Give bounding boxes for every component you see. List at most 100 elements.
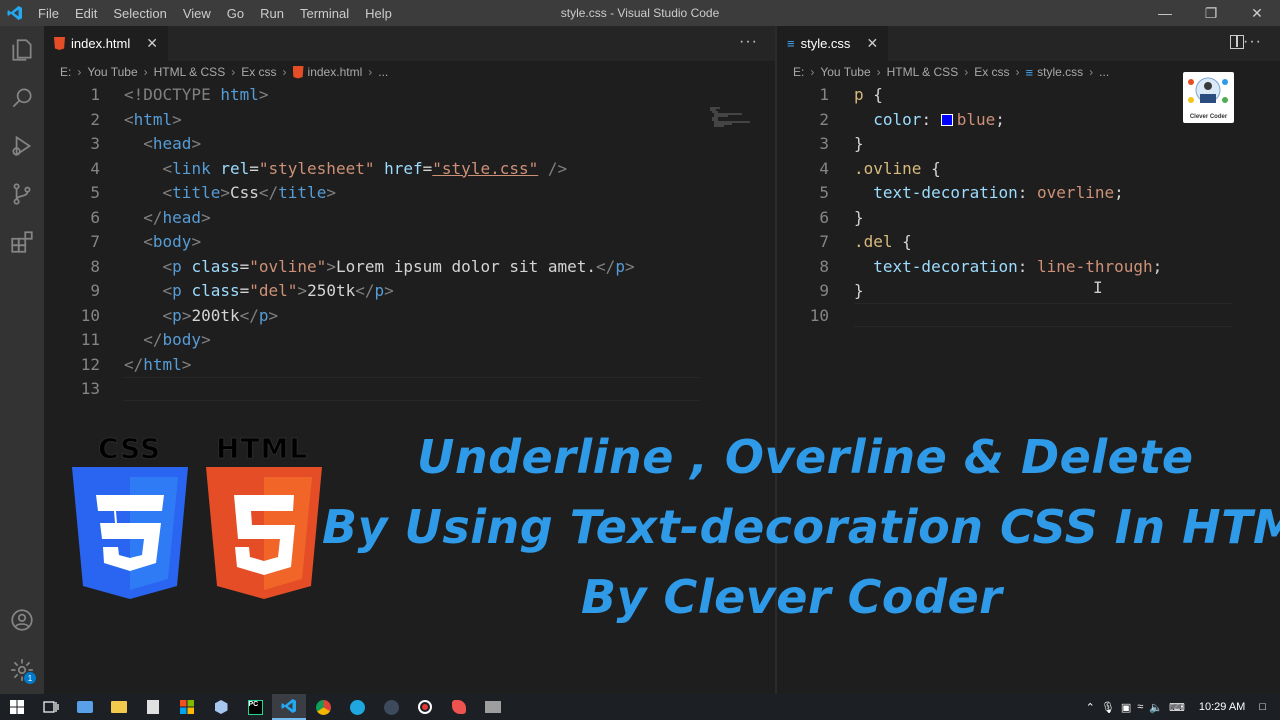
code-token: < xyxy=(143,232,153,251)
manage-gear-icon[interactable]: 1 xyxy=(0,648,44,692)
breadcrumb-item[interactable]: Ex css xyxy=(974,65,1009,79)
record-icon[interactable] xyxy=(408,694,442,720)
line-number: 3 xyxy=(819,134,829,153)
task-view-icon[interactable] xyxy=(34,694,68,720)
code-token: </ xyxy=(143,330,163,349)
split-editor-icon[interactable] xyxy=(1230,35,1244,49)
accounts-icon[interactable] xyxy=(0,598,44,642)
vscode-taskbar-icon[interactable] xyxy=(272,694,306,720)
breadcrumb-item[interactable]: style.css xyxy=(1037,65,1083,79)
pycharm-icon[interactable]: PC xyxy=(238,694,272,720)
code-token: text-decoration xyxy=(873,183,1018,202)
windows-start-icon[interactable] xyxy=(0,694,34,720)
line-number: 10 xyxy=(809,305,829,325)
code-token: < xyxy=(143,134,153,153)
menu-selection[interactable]: Selection xyxy=(105,6,174,21)
window-controls: — ❐ ✕ xyxy=(1142,0,1280,26)
file-explorer-icon[interactable] xyxy=(102,694,136,720)
breadcrumb-item[interactable]: E: xyxy=(793,65,804,79)
code-token: < xyxy=(124,109,134,129)
code-token: html xyxy=(210,85,259,104)
menu-edit[interactable]: Edit xyxy=(67,6,105,21)
restore-button[interactable]: ❐ xyxy=(1188,0,1234,26)
close-tab-icon[interactable]: ✕ xyxy=(146,35,158,52)
line-number: 6 xyxy=(819,207,829,227)
source-control-icon[interactable] xyxy=(0,172,44,216)
menu-run[interactable]: Run xyxy=(252,6,292,21)
code-token: p xyxy=(615,256,625,276)
image-viewer-icon[interactable] xyxy=(476,694,510,720)
code-token: : xyxy=(1017,256,1038,276)
menu-file[interactable]: File xyxy=(30,6,67,21)
run-debug-icon[interactable] xyxy=(0,124,44,168)
screenshot-app-icon[interactable] xyxy=(68,694,102,720)
menu-help[interactable]: Help xyxy=(357,6,400,21)
tab-style-css[interactable]: ≡ style.css ✕ xyxy=(777,26,889,61)
code-token: html xyxy=(143,354,182,374)
code-token: > xyxy=(326,256,336,276)
line-number: 2 xyxy=(90,109,100,129)
code-token: title xyxy=(172,183,221,202)
breadcrumb-item[interactable]: E: xyxy=(60,65,71,79)
breadcrumb-item[interactable]: HTML & CSS xyxy=(154,65,226,79)
line-number: 5 xyxy=(819,183,829,202)
breadcrumb-item[interactable]: ... xyxy=(378,65,388,79)
breadcrumb-item[interactable]: ... xyxy=(1099,65,1109,79)
ms-store-icon[interactable] xyxy=(170,694,204,720)
breadcrumb-item[interactable]: Ex css xyxy=(241,65,276,79)
explorer-icon[interactable] xyxy=(0,28,44,72)
minimize-button[interactable]: — xyxy=(1142,0,1188,26)
code-token: line-through xyxy=(1037,256,1153,276)
code-token: </ xyxy=(258,183,279,202)
breadcrumb-item[interactable]: index.html xyxy=(308,65,363,79)
extensions-icon[interactable] xyxy=(0,220,44,264)
code-token: text-decoration xyxy=(873,256,1018,276)
microphone-icon[interactable]: 🎙 xyxy=(1101,701,1115,714)
tab-label: index.html xyxy=(71,36,131,51)
chevron-up-icon[interactable]: ⌃ xyxy=(1086,701,1095,714)
close-window-button[interactable]: ✕ xyxy=(1234,0,1280,26)
chevron-right-icon: › xyxy=(368,65,373,79)
davinci-icon[interactable] xyxy=(374,694,408,720)
menu-go[interactable]: Go xyxy=(219,6,252,21)
search-icon[interactable] xyxy=(0,76,44,120)
chrome-icon[interactable] xyxy=(306,694,340,720)
network-icon[interactable]: ▣ xyxy=(1121,701,1131,714)
chevron-right-icon: › xyxy=(1089,65,1094,79)
code-token: title xyxy=(278,183,327,202)
code-token: Lorem ipsum dolor sit amet. xyxy=(335,256,597,276)
notifications-icon[interactable]: □ xyxy=(1259,701,1266,713)
code-token: class xyxy=(181,256,240,276)
more-actions-icon[interactable]: ··· xyxy=(739,33,758,51)
code-token: link xyxy=(172,158,211,178)
paint-app-icon[interactable] xyxy=(442,694,476,720)
chevron-right-icon: › xyxy=(282,65,287,79)
cube-app-icon[interactable] xyxy=(204,694,238,720)
edge-icon[interactable] xyxy=(340,694,374,720)
line-number: 7 xyxy=(90,232,100,251)
code-token: href xyxy=(374,158,423,178)
code-token: "stylesheet" xyxy=(258,158,375,178)
taskbar-clock[interactable]: 10:29 AM xyxy=(1191,701,1253,713)
code-token: > xyxy=(258,85,269,104)
menu-view[interactable]: View xyxy=(175,6,219,21)
menu-terminal[interactable]: Terminal xyxy=(292,6,357,21)
close-tab-icon[interactable]: ✕ xyxy=(866,35,878,52)
breadcrumb-item[interactable]: HTML & CSS xyxy=(887,65,959,79)
more-actions-icon[interactable]: ··· xyxy=(1243,33,1262,51)
wifi-icon[interactable]: ≈ xyxy=(1137,701,1143,713)
notes-app-icon[interactable] xyxy=(136,694,170,720)
keyboard-icon[interactable]: ⌨ xyxy=(1169,701,1185,714)
code-token: body xyxy=(152,232,192,251)
volume-icon[interactable]: 🔈 xyxy=(1149,701,1163,714)
minimap-left[interactable] xyxy=(708,106,756,132)
tab-index-html[interactable]: index.html ✕ xyxy=(44,26,168,61)
breadcrumb-item[interactable]: You Tube xyxy=(87,65,137,79)
chevron-right-icon: › xyxy=(231,65,236,79)
code-editor-html[interactable]: 1 <!DOCTYPE html> 2 <html> 3 <head> 4 <lin… xyxy=(44,83,776,402)
breadcrumb-item[interactable]: You Tube xyxy=(820,65,870,79)
color-swatch[interactable] xyxy=(940,113,953,126)
code-token: "style.css" xyxy=(432,158,539,178)
code-token: </ xyxy=(143,207,163,227)
code-token: > xyxy=(191,134,202,153)
